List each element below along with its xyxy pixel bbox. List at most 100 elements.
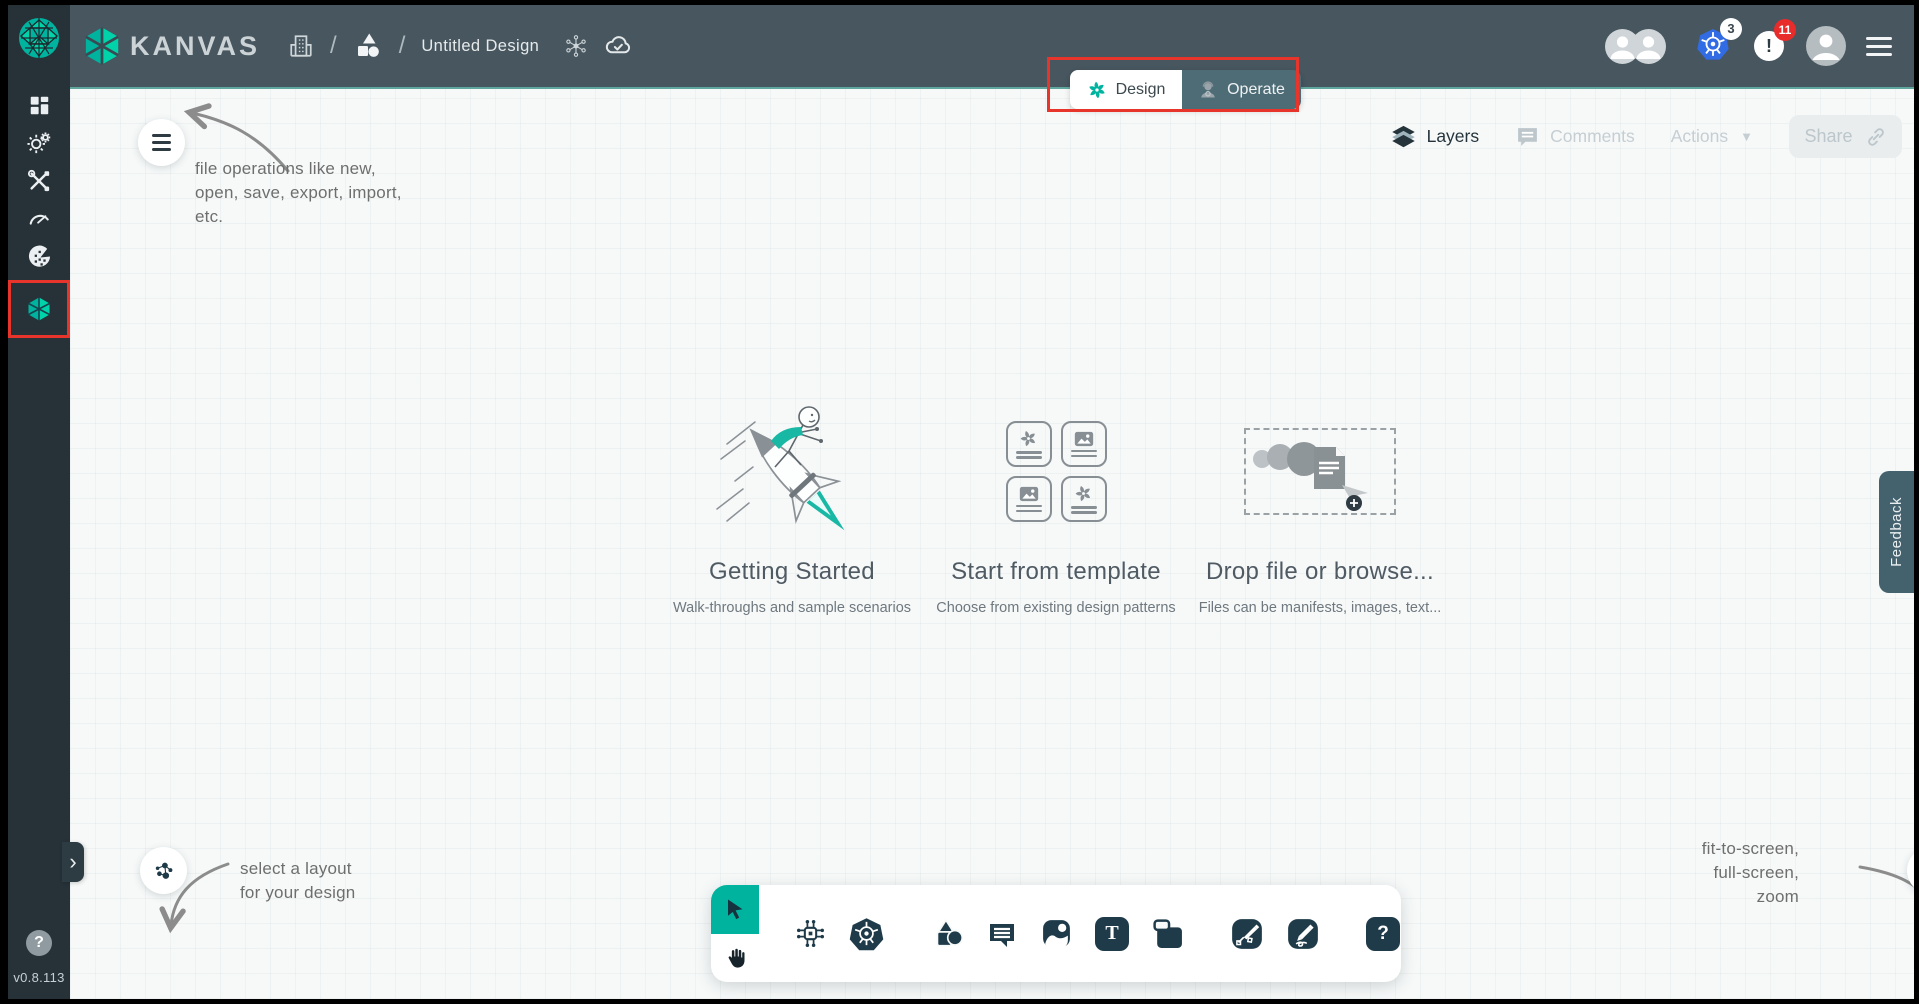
comments-button[interactable]: Comments [1515, 124, 1635, 149]
card-title: Drop file or browse... [1206, 558, 1434, 586]
breadcrumb-separator: / [330, 32, 337, 60]
card-start-from-template[interactable]: Start from template Choose from existing… [936, 389, 1176, 616]
sidebar-item-settings[interactable] [8, 124, 70, 162]
card-title: Getting Started [709, 558, 875, 586]
version-label: v0.8.113 [13, 970, 64, 985]
graph-layout-icon [153, 860, 175, 882]
brand-name: KANVAS [130, 31, 260, 62]
shapes-tool[interactable] [930, 916, 964, 952]
link-icon [1865, 126, 1887, 148]
card-drop-file[interactable]: Drop file or browse... Files can be mani… [1200, 389, 1440, 616]
pointer-tools-group [711, 885, 759, 982]
layers-button[interactable]: Layers [1390, 123, 1480, 150]
feedback-tab[interactable]: Feedback [1879, 471, 1914, 593]
dashboard-icon [29, 95, 50, 116]
collaborator-avatars[interactable] [1605, 29, 1666, 64]
operate-persona-icon [1198, 80, 1218, 100]
main-area: KANVAS / / Untitled Design [70, 5, 1914, 999]
layers-icon [1390, 123, 1417, 150]
tab-design[interactable]: Design [1070, 70, 1182, 109]
text-tool[interactable]: T [1095, 916, 1129, 952]
components-tool[interactable] [794, 916, 827, 952]
notifications-button[interactable]: ! 11 [1754, 31, 1784, 61]
freehand-draw-tool[interactable] [1286, 916, 1320, 952]
canvas-action-row: Layers Comments Actions ▼ Share [1390, 115, 1902, 158]
kubernetes-tool[interactable] [849, 916, 884, 952]
frame-icon [1151, 917, 1184, 950]
mesh-chip-icon [794, 917, 827, 950]
sidebar-item-toolkit[interactable] [8, 162, 70, 200]
design-name[interactable]: Untitled Design [421, 37, 539, 56]
design-canvas[interactable]: file operations like new, open, save, ex… [70, 89, 1914, 999]
header: KANVAS / / Untitled Design [70, 5, 1914, 89]
actions-dropdown[interactable]: Actions ▼ [1671, 126, 1753, 147]
kanvas-icon [26, 296, 52, 322]
gears-icon [27, 131, 51, 155]
workspace-icon[interactable] [353, 31, 383, 61]
kanvas-brand[interactable]: KANVAS [82, 26, 260, 66]
comment-bubble-icon [986, 918, 1018, 950]
template-tile-spiral [1006, 421, 1052, 467]
layout-selector-button[interactable] [140, 847, 187, 894]
card-subtitle: Walk-throughs and sample scenarios [673, 600, 911, 616]
drop-file-illustration [1250, 433, 1390, 511]
kubernetes-context-switcher[interactable]: 3 [1696, 27, 1730, 66]
wrench-screwdriver-icon [27, 169, 51, 193]
card-subtitle: Choose from existing design patterns [936, 600, 1175, 616]
notification-count-badge: 11 [1774, 19, 1796, 41]
template-grid-illustration [1006, 389, 1107, 554]
sidebar-bottom: ? v0.8.113 [8, 930, 70, 999]
comment-icon [1515, 124, 1540, 149]
design-spiral-icon [1087, 80, 1107, 100]
share-button[interactable]: Share [1789, 115, 1902, 158]
sidebar-nav [8, 86, 70, 338]
sidebar-expand-button[interactable]: › [62, 842, 84, 882]
image-icon [1040, 917, 1073, 950]
breadcrumb-separator-2: / [399, 32, 406, 60]
tab-operate[interactable]: Operate [1182, 70, 1301, 109]
card-getting-started[interactable]: Getting Started Walk-throughs and sample… [672, 389, 912, 616]
cloud-sync-icon[interactable] [603, 31, 633, 61]
pan-tool[interactable] [711, 934, 759, 983]
header-menu-button[interactable] [1862, 33, 1896, 60]
image-tool[interactable] [1040, 916, 1073, 952]
template-tile-spiral [1061, 476, 1107, 522]
canvas-toolbar: T [711, 885, 1401, 982]
template-tile-image [1061, 421, 1107, 467]
caret-down-icon: ▼ [1740, 129, 1753, 144]
annotation-zoom-controls: fit-to-screen, full-screen, zoom [1702, 837, 1799, 909]
gauge-icon [27, 207, 51, 231]
file-operations-menu-button[interactable] [138, 119, 185, 166]
comment-tool[interactable] [986, 916, 1018, 952]
rocket-doodle-illustration [697, 389, 887, 554]
meshery-logo-icon[interactable] [17, 16, 61, 60]
annotation-select-layout: select a layout for your design [240, 857, 355, 905]
pen-path-icon [1230, 917, 1264, 951]
select-tool[interactable] [711, 885, 759, 934]
kubernetes-wheel-icon [849, 916, 884, 951]
sidebar-item-dashboard[interactable] [8, 86, 70, 124]
zoom-controls-button[interactable] [1907, 847, 1914, 894]
help-icon[interactable]: ? [26, 930, 52, 956]
shapes-icon [930, 917, 964, 951]
sidebar-item-performance[interactable] [8, 200, 70, 238]
kanvas-logo-icon [82, 26, 122, 66]
kubernetes-context-badge: 3 [1720, 18, 1742, 40]
toolbar-help-button[interactable]: ? [1366, 916, 1400, 952]
sidebar-item-kanvas-active[interactable] [8, 280, 70, 338]
edge-pen-tool[interactable] [1230, 916, 1264, 952]
template-tile-image [1006, 476, 1052, 522]
pencil-squiggle-icon [1286, 917, 1320, 951]
hamburger-icon [152, 134, 171, 151]
collaborator-avatar-2[interactable] [1631, 29, 1666, 64]
sidebar-item-extensions[interactable] [8, 238, 70, 276]
organization-icon[interactable] [288, 33, 314, 59]
drop-zone[interactable] [1244, 428, 1396, 515]
profile-avatar[interactable] [1806, 26, 1846, 66]
mesh-sync-icon[interactable] [563, 33, 589, 59]
hand-icon [724, 946, 747, 969]
left-sidebar: ? v0.8.113 [8, 5, 70, 999]
frame-tool[interactable] [1151, 916, 1184, 952]
annotation-file-operations: file operations like new, open, save, ex… [195, 157, 402, 229]
welcome-cards: Getting Started Walk-throughs and sample… [672, 389, 1440, 616]
